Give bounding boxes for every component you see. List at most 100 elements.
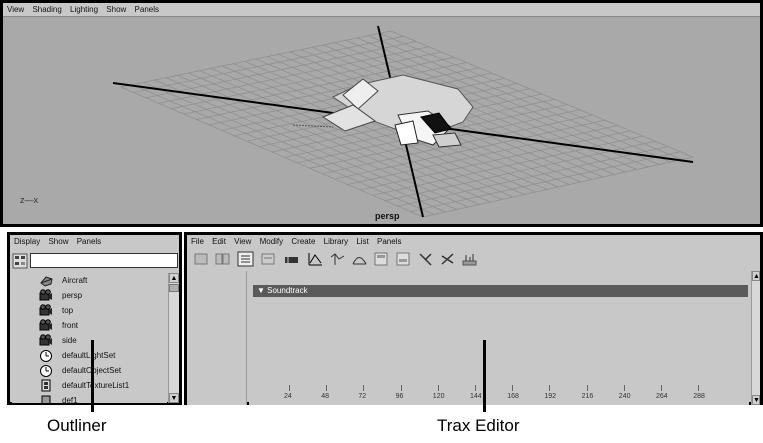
outliner2-icon[interactable]: [395, 251, 412, 267]
outliner-filter-input[interactable]: [30, 253, 178, 268]
outliner-item-list: Aircraft persp top front side defaultLightSet…: [12, 273, 167, 403]
grid-line: [372, 135, 643, 196]
set-icon: [40, 350, 52, 362]
outliner-callout-pointer: [91, 340, 94, 412]
keys-icon[interactable]: [329, 251, 346, 267]
outliner-item[interactable]: side: [12, 333, 167, 348]
outliner-item-label: defaultTextureList1: [62, 381, 130, 390]
camera-icon: [39, 334, 52, 346]
scissors-icon[interactable]: [439, 251, 456, 267]
camera-icon: [39, 319, 52, 331]
trax-time-ruler[interactable]: 24 48 72 96 120 144 168 192 216 240 264 288: [249, 383, 749, 405]
outliner-scrollbar[interactable]: ▲ ▼: [168, 273, 179, 403]
menu-show[interactable]: Show: [48, 237, 68, 246]
node-icon: [41, 395, 51, 403]
pin-icon[interactable]: [417, 251, 434, 267]
load-character-icon[interactable]: [193, 251, 210, 267]
ruler-tick-label: 24: [284, 393, 292, 400]
outliner-item-label: defaultLightSet: [62, 351, 116, 360]
outliner-item[interactable]: defaultObjectSet: [12, 363, 167, 378]
outliner-item[interactable]: front: [12, 318, 167, 333]
camera-icon: [39, 289, 52, 301]
ruler-tick-label: 288: [693, 393, 705, 400]
trax-editor-panel: File Edit View Modify Create Library Lis…: [184, 232, 763, 405]
ruler-tick-label: 120: [432, 393, 445, 400]
transform-icon: [40, 276, 53, 287]
menu-create[interactable]: Create: [291, 237, 315, 246]
curve-icon[interactable]: [351, 251, 368, 267]
trax-callout-pointer: [483, 340, 486, 412]
grid-line: [397, 146, 668, 207]
trax-scrollbar[interactable]: ▲ ▼: [751, 271, 760, 405]
menu-display[interactable]: Display: [14, 237, 40, 246]
outliner-item[interactable]: Aircraft: [12, 273, 167, 288]
scroll-up-icon[interactable]: ▲: [169, 273, 179, 283]
scroll-down-icon[interactable]: ▼: [169, 393, 179, 403]
viewport-canvas[interactable]: [3, 17, 760, 224]
grid-line: [385, 140, 656, 202]
camera-icon: [39, 304, 52, 316]
outliner-item[interactable]: top: [12, 303, 167, 318]
outliner-item-label: Aircraft: [62, 276, 88, 285]
menu-lighting[interactable]: Lighting: [70, 5, 98, 14]
outliner-callout-label: Outliner: [47, 416, 107, 435]
outliner-menubar: Display Show Panels: [10, 235, 179, 249]
menu-view[interactable]: View: [234, 237, 251, 246]
menu-view[interactable]: View: [7, 5, 24, 14]
ruler-tick: [549, 385, 551, 391]
outliner-item-label: persp: [62, 291, 83, 300]
trax-callout-label: Trax Editor: [437, 416, 520, 435]
clip-icon[interactable]: [283, 251, 300, 267]
ruler-tick-label: 96: [395, 393, 404, 400]
grid-line: [410, 151, 681, 212]
outliner-item[interactable]: def1: [12, 393, 167, 403]
group-icon[interactable]: [214, 251, 231, 267]
ruler-tick-label: 240: [618, 393, 631, 400]
ruler-tick: [326, 385, 328, 391]
outliner-icon[interactable]: [373, 251, 390, 267]
menu-panels[interactable]: Panels: [377, 237, 401, 246]
ruler-tick-label: 72: [358, 393, 367, 400]
ruler-tick: [661, 385, 662, 391]
outliner-item-label: top: [62, 306, 74, 315]
axis-indicator: z—x: [20, 195, 38, 205]
ruler-tick: [289, 385, 290, 391]
menu-modify[interactable]: Modify: [260, 237, 284, 246]
soundtrack-label: Soundtrack: [267, 286, 308, 295]
outliner-item[interactable]: defaultTextureList1: [12, 378, 167, 393]
outliner-item-label: side: [62, 336, 77, 345]
menu-panels[interactable]: Panels: [135, 5, 159, 14]
ruler-tick: [512, 385, 514, 391]
menu-shading[interactable]: Shading: [32, 5, 61, 14]
menu-library[interactable]: Library: [324, 237, 348, 246]
ruler-tick: [623, 385, 625, 391]
ruler-tick: [698, 385, 700, 391]
menu-edit[interactable]: Edit: [212, 237, 226, 246]
trax-track-area[interactable]: ▼ Soundtrack 24 48 72 96 120 144 168 192 216 240 2…: [249, 271, 749, 405]
camera-label: persp: [375, 211, 400, 221]
menu-show[interactable]: Show: [106, 5, 126, 14]
ruler-tick: [400, 385, 402, 391]
outliner-item[interactable]: persp: [12, 288, 167, 303]
list-icon[interactable]: [237, 251, 254, 267]
screenshot-stage: View Shading Lighting Show Panels persp …: [0, 0, 763, 443]
scroll-thumb[interactable]: [169, 284, 179, 292]
ruler-tick-label: 168: [507, 393, 519, 400]
scroll-down-icon[interactable]: ▼: [752, 395, 760, 405]
outliner-filter-row: [12, 253, 178, 270]
menu-panels[interactable]: Panels: [77, 237, 101, 246]
soundtrack-track[interactable]: ▼ Soundtrack: [253, 285, 748, 297]
menu-file[interactable]: File: [191, 237, 204, 246]
scroll-up-icon[interactable]: ▲: [752, 271, 760, 281]
menu-list[interactable]: List: [356, 237, 368, 246]
ruler-tick-label: 144: [470, 393, 482, 400]
frame-icon[interactable]: [260, 251, 277, 267]
set-icon: [40, 365, 52, 377]
trax-toolbar: [189, 249, 749, 269]
graph-icon[interactable]: [307, 251, 324, 267]
perspective-viewport-panel: View Shading Lighting Show Panels persp …: [0, 0, 763, 227]
timeline-icon[interactable]: [461, 251, 478, 267]
outliner-item[interactable]: defaultLightSet: [12, 348, 167, 363]
filter-icon[interactable]: [12, 253, 28, 269]
ruler-tick-label: 216: [581, 393, 594, 400]
